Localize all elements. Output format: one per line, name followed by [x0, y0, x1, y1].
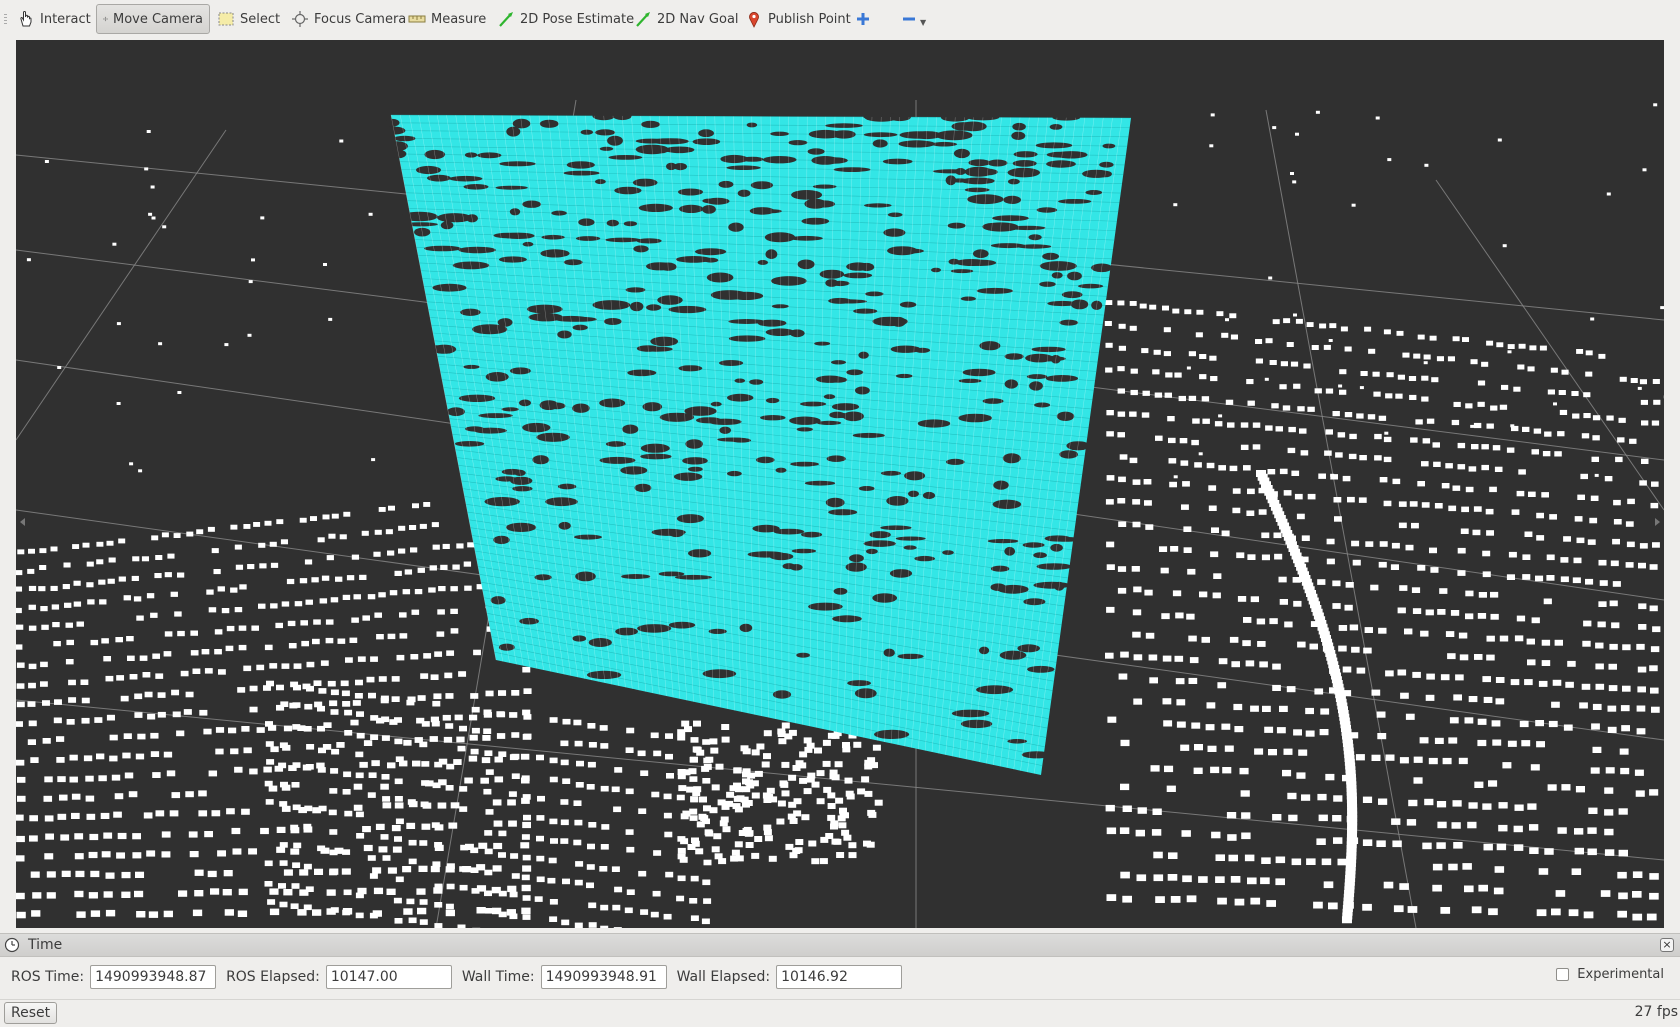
publish-point-tool-button[interactable]: Publish Point	[738, 4, 858, 34]
experimental-label: Experimental	[1577, 967, 1664, 982]
ros-elapsed-label: ROS Elapsed:	[226, 969, 320, 985]
status-bar: Reset 27 fps	[0, 999, 1680, 1027]
2d-nav-goal-tool-label: 2D Nav Goal	[657, 12, 739, 27]
ruler-icon	[408, 10, 426, 28]
focus-camera-tool-button[interactable]: Focus Camera	[284, 4, 413, 34]
green-arrow-icon	[634, 10, 652, 28]
left-panel-collapse-icon[interactable]	[20, 518, 25, 526]
select-tool-button[interactable]: Select	[210, 4, 287, 34]
focus-camera-icon	[291, 10, 309, 28]
time-panel-header: Time ×	[0, 933, 1680, 957]
move-camera-icon	[103, 10, 108, 28]
select-icon	[217, 10, 235, 28]
time-panel-fields: ROS Time: ROS Elapsed: Wall Time: Wall E…	[0, 960, 1680, 994]
interact-tool-button[interactable]: Interact	[10, 4, 98, 34]
clock-icon	[4, 937, 20, 953]
add-tool-button[interactable]	[848, 4, 878, 34]
rviz-toolbar: Interact Move Camera Select Focus Camera	[0, 0, 1680, 40]
interact-tool-label: Interact	[40, 12, 91, 27]
close-icon[interactable]: ×	[1660, 938, 1674, 952]
chevron-down-icon[interactable]: ▼	[920, 18, 926, 27]
point-cloud-scene	[16, 40, 1664, 928]
2d-pose-estimate-tool-button[interactable]: 2D Pose Estimate	[490, 4, 641, 34]
ros-time-field[interactable]	[90, 965, 216, 989]
2d-pose-estimate-tool-label: 2D Pose Estimate	[520, 12, 634, 27]
measure-tool-label: Measure	[431, 12, 486, 27]
focus-camera-tool-label: Focus Camera	[314, 12, 406, 27]
publish-point-tool-label: Publish Point	[768, 12, 851, 27]
green-arrow-icon	[497, 10, 515, 28]
3d-render-view[interactable]	[16, 40, 1664, 928]
map-pin-icon	[745, 10, 763, 28]
toolbar-grip[interactable]	[4, 14, 7, 26]
move-camera-tool-button[interactable]: Move Camera	[96, 4, 210, 34]
wall-time-field[interactable]	[541, 965, 667, 989]
ros-time-label: ROS Time:	[11, 969, 84, 985]
time-panel-title: Time	[28, 937, 62, 953]
cyan-point-cloud	[383, 112, 1131, 775]
experimental-checkbox[interactable]	[1556, 968, 1569, 981]
wall-time-label: Wall Time:	[462, 969, 535, 985]
plus-icon	[855, 11, 871, 27]
wall-elapsed-label: Wall Elapsed:	[677, 969, 770, 985]
minus-icon	[901, 11, 917, 27]
reset-button[interactable]: Reset	[4, 1002, 57, 1024]
select-tool-label: Select	[240, 12, 280, 27]
experimental-checkbox-row[interactable]: Experimental	[1556, 967, 1664, 982]
right-panel-collapse-icon[interactable]	[1655, 518, 1660, 526]
measure-tool-button[interactable]: Measure	[401, 4, 493, 34]
remove-tool-button[interactable]: ▼	[894, 4, 933, 34]
fps-readout: 27 fps	[1635, 1004, 1678, 1020]
hand-icon	[17, 10, 35, 28]
move-camera-tool-label: Move Camera	[113, 12, 203, 27]
2d-nav-goal-tool-button[interactable]: 2D Nav Goal	[627, 4, 746, 34]
ros-elapsed-field[interactable]	[326, 965, 452, 989]
wall-elapsed-field[interactable]	[776, 965, 902, 989]
